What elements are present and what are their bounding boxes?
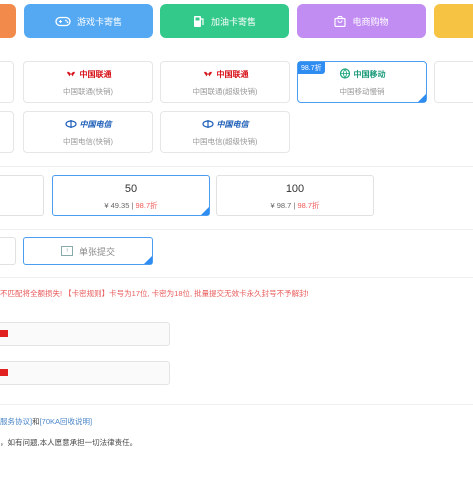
single-card-icon: ↑ (60, 246, 73, 256)
divider (0, 404, 473, 405)
china-unicom-logo-icon (202, 66, 214, 84)
category-tab-label: 加油卡寄售 (210, 16, 256, 27)
legal-note: ，如有问题,本人愿意承担一切法律责任。 (0, 438, 138, 447)
china-mobile-logo-icon (339, 66, 351, 84)
service-agreement-link[interactable]: 服务协议] (0, 417, 32, 426)
china-unicom-logo-icon (65, 66, 77, 84)
operator-card-telecom-superfast[interactable]: 中国电信 中国电信(超级快销) (160, 111, 290, 153)
operator-subtitle: 中国电信(快销) (63, 136, 113, 146)
discount-badge: 98.7折 (298, 62, 325, 74)
denomination-card-partial[interactable] (0, 175, 44, 216)
denomination-amount: 50 (124, 183, 138, 195)
china-telecom-logo-icon (64, 116, 77, 134)
operator-card-partial[interactable] (434, 61, 473, 103)
submit-mode-label: 单张提交 (78, 246, 115, 257)
denomination-card-50[interactable]: 50 ¥ 49.35 | 98.7折 (52, 175, 210, 216)
submit-mode-partial[interactable] (0, 237, 16, 265)
and-text: 和 (32, 417, 40, 426)
operator-card-telecom-fast[interactable]: 中国电信 中国电信(快销) (23, 111, 153, 153)
operator-brand: 中国联通 (79, 70, 112, 79)
category-tab-card[interactable] (0, 4, 16, 38)
operator-card-partial[interactable] (0, 111, 14, 153)
denomination-price: ¥ 49.35 | 98.7折 (104, 201, 158, 210)
selected-corner-icon (418, 94, 426, 102)
operator-subtitle: 中国电信(超级快销) (192, 136, 258, 146)
category-tab-fuel-card[interactable]: 加油卡寄售 (160, 4, 289, 38)
operator-brand: 中国电信 (216, 120, 249, 129)
shopping-bag-icon (334, 15, 347, 27)
recycle-explanation-link[interactable]: [70KA回收说明] (40, 417, 93, 426)
category-tab-label: 电商购物 (352, 16, 389, 27)
category-tab-label: 游戏卡寄售 (76, 16, 122, 27)
card-rules-warning: 不匹配将全额损失! 【卡密规则】卡号为17位, 卡密为18位, 批量提交无效卡永… (0, 289, 309, 298)
operator-card-unicom-fast[interactable]: 中国联通 中国联通(快销) (23, 61, 153, 103)
required-marker (0, 369, 8, 376)
operator-brand: 中国移动 (353, 70, 386, 79)
gamepad-icon (55, 16, 71, 27)
denomination-card-100[interactable]: 100 ¥ 98.7 | 98.7折 (216, 175, 374, 216)
operator-subtitle: 中国联通(快销) (63, 86, 113, 96)
selected-corner-icon (144, 256, 152, 264)
card-password-field[interactable] (0, 361, 170, 385)
operator-brand: 中国电信 (79, 120, 112, 129)
category-tab-more[interactable] (434, 4, 473, 38)
denomination-amount: 100 (285, 183, 305, 195)
operator-subtitle: 中国移动慢销 (339, 86, 385, 96)
divider (0, 229, 473, 230)
china-telecom-logo-icon (201, 116, 214, 134)
operator-card-partial[interactable] (0, 61, 14, 103)
divider (0, 166, 473, 167)
denomination-price: ¥ 98.7 | 98.7折 (270, 201, 320, 210)
submit-mode-single[interactable]: ↑ 单张提交 (23, 237, 153, 265)
agreement-links: 服务协议]和[70KA回收说明] (0, 416, 92, 427)
operator-card-unicom-superfast[interactable]: 中国联通 中国联通(超级快销) (160, 61, 290, 103)
category-tab-shopping[interactable]: 电商购物 (297, 4, 426, 38)
operator-subtitle: 中国联通(超级快销) (192, 86, 258, 96)
required-marker (0, 330, 8, 337)
selected-corner-icon (201, 207, 209, 215)
fuel-pump-icon (193, 15, 205, 28)
card-number-field[interactable] (0, 322, 170, 346)
operator-brand: 中国联通 (216, 70, 249, 79)
divider (0, 277, 473, 278)
category-tab-game-card[interactable]: 游戏卡寄售 (24, 4, 153, 38)
operator-card-mobile-slow[interactable]: 98.7折 中国移动 中国移动慢销 (297, 61, 427, 103)
